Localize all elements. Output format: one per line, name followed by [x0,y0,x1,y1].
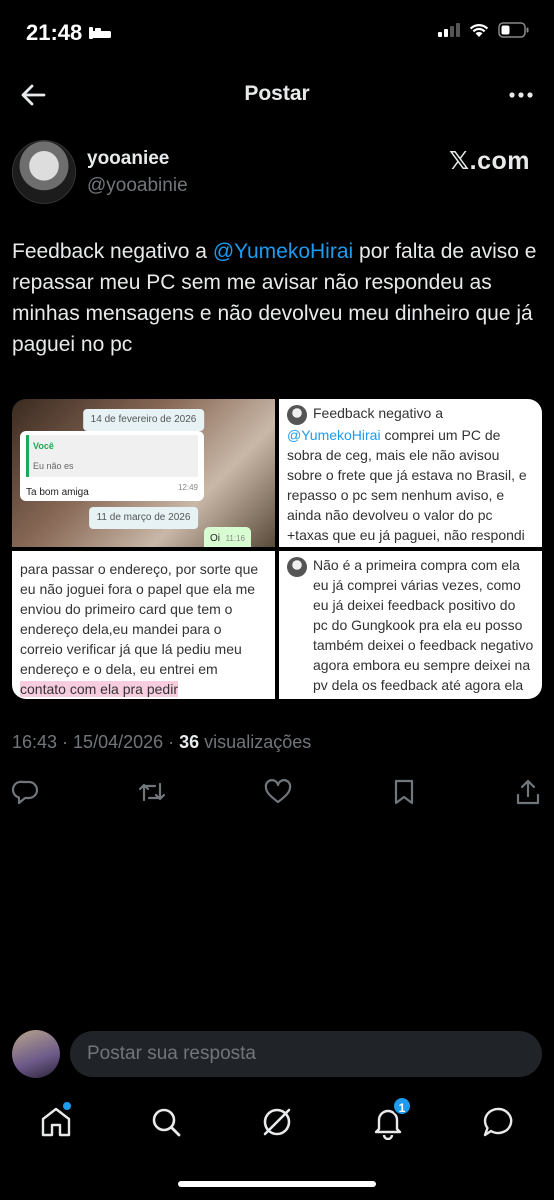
chat-message-time: 12:49 [177,483,198,492]
image-avatar-icon [287,405,307,425]
post-mention-link[interactable]: @YumekoHirai [213,240,353,263]
messages-icon [483,1107,513,1137]
chat-reply-time: 11:16 [225,534,245,543]
image-text-body: Não é a primeira compra com ela eu já co… [313,557,534,699]
tab-home[interactable] [38,1102,74,1140]
home-unread-dot [63,1102,71,1110]
bottom-tab-bar: 1 [0,1096,554,1152]
tab-messages[interactable] [481,1104,517,1140]
views-label: visualizações [199,732,312,752]
image-mention: @YumekoHirai [287,427,381,443]
source-label: 𝕏.com [449,147,530,175]
author-handle[interactable]: @yooabinie [87,175,188,197]
media-image-2[interactable]: Feedback negativo a @YumekoHirai comprei… [279,399,542,547]
chat-date-label: 14 de fevereiro de 2026 [82,409,205,431]
chat-quote-text: Eu não es [33,461,74,471]
views-count[interactable]: 36 [179,732,199,752]
media-image-1[interactable]: 14 de fevereiro de 2026 Você Eu não es T… [12,399,275,547]
chat-reply-text: Oi [210,533,220,544]
tab-notifications[interactable]: 1 [370,1096,412,1141]
image-text-body: para passar o endereço, por sorte que eu… [20,561,259,677]
media-image-4[interactable]: Não é a primeira compra com ela eu já co… [279,551,542,699]
like-icon[interactable] [264,778,292,806]
author-avatar[interactable] [12,140,76,204]
meta-separator: · [57,732,74,752]
post-time: 16:43 [12,732,58,752]
image-text: para passar o endereço, por sorte que eu… [20,559,267,699]
post-header: Postar [0,68,554,120]
image-text: @YumekoHirai comprei um PC de sobra de c… [287,425,534,547]
image-text-start: Feedback negativo a [313,405,443,421]
reply-bar [12,1030,542,1082]
image-avatar-icon [287,557,307,577]
media-image-3[interactable]: para passar o endereço, por sorte que eu… [12,551,275,699]
more-options-icon[interactable] [506,80,536,110]
chat-reply-bubble: Oi 11:16 [204,527,251,547]
tab-grok[interactable] [259,1104,295,1140]
status-bar: 21:48 [0,0,554,64]
chat-message-bubble: Você Eu não es Ta bom amiga 12:49 [20,431,204,501]
reply-input[interactable] [70,1031,542,1077]
post-date: 15/04/2026 [73,732,164,752]
tab-search[interactable] [148,1104,184,1140]
share-icon[interactable] [514,778,542,806]
notification-badge: 1 [392,1096,412,1116]
battery-icon [498,22,529,38]
post-text-start: Feedback negativo a [12,240,213,263]
chat-date-label-2: 11 de março de 2026 [88,507,199,529]
sleep-icon [89,27,112,39]
status-time: 21:48 [26,20,83,45]
user-avatar[interactable] [12,1030,60,1078]
grok-icon [263,1108,291,1136]
media-grid: 14 de fevereiro de 2026 Você Eu não es T… [12,399,542,699]
chat-quote: Você Eu não es [26,435,198,477]
chat-message-text: Ta bom amiga [26,487,89,498]
search-icon [152,1108,181,1137]
image-highlight: contato com ela pra pedir [20,681,178,697]
meta-separator: · [163,732,180,752]
home-indicator[interactable] [178,1181,376,1187]
page-title: Postar [244,82,310,105]
bookmark-icon[interactable] [390,778,418,806]
author-name[interactable]: yooaniee [87,148,169,170]
retweet-icon[interactable] [138,778,166,806]
chat-quote-sender: Você [33,441,54,451]
wifi-icon [469,23,489,37]
signal-icon [438,23,460,37]
post-actions [12,774,542,808]
reply-icon[interactable] [12,778,40,806]
image-text-body: comprei um PC de sobra de ceg, mais ele … [287,427,527,543]
post-meta: 16:43 · 15/04/2026 · 36 visualizações [12,732,311,753]
post-author: yooaniee @yooabinie 𝕏.com [12,140,542,206]
post-text: Feedback negativo a @YumekoHirai por fal… [12,236,542,360]
